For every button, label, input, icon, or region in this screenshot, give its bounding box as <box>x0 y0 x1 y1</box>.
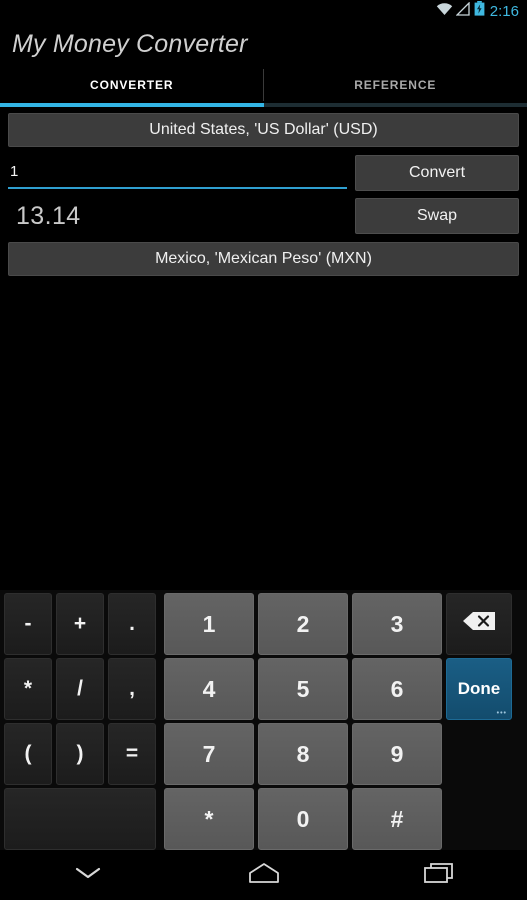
wifi-icon <box>436 2 453 21</box>
convert-button[interactable]: Convert <box>355 155 519 191</box>
key-9[interactable]: 9 <box>352 723 442 785</box>
key-done-label: Done <box>457 679 501 698</box>
key-7[interactable]: 7 <box>164 723 254 785</box>
key-paren-open[interactable]: ( <box>4 723 52 785</box>
key-equals[interactable]: = <box>108 723 156 785</box>
to-currency-spinner[interactable]: Mexico, 'Mexican Peso' (MXN) <box>8 242 519 276</box>
key-done[interactable]: Done ••• <box>446 658 512 720</box>
keyboard-empty-slot <box>444 723 510 785</box>
to-currency-label: Mexico, 'Mexican Peso' (MXN) <box>155 250 372 267</box>
keyboard-spacer <box>158 593 162 655</box>
key-3[interactable]: 3 <box>352 593 442 655</box>
result-row: 13.14 Swap <box>8 198 519 234</box>
key-period[interactable]: . <box>108 593 156 655</box>
status-bar: 2:16 <box>0 0 527 22</box>
swap-button[interactable]: Swap <box>355 198 519 234</box>
keyboard-row: * / , 4 5 6 Done ••• <box>2 658 525 720</box>
home-icon <box>246 860 282 891</box>
to-currency-wrapper: Mexico, 'Mexican Peso' (MXN) <box>8 242 519 276</box>
key-blank[interactable] <box>4 788 156 850</box>
recents-icon <box>422 860 456 891</box>
amount-field-wrapper <box>8 155 347 191</box>
keyboard-spacer <box>158 788 162 850</box>
tab-indicator-inactive <box>263 103 527 107</box>
tab-reference[interactable]: REFERENCE <box>264 67 527 103</box>
hide-keyboard-button[interactable] <box>0 850 176 900</box>
key-6[interactable]: 6 <box>352 658 442 720</box>
keyboard-spacer <box>158 723 162 785</box>
chevron-down-icon <box>73 864 103 887</box>
key-hash[interactable]: # <box>352 788 442 850</box>
page-title: My Money Converter <box>12 30 248 58</box>
backspace-icon <box>462 611 496 637</box>
amount-input[interactable] <box>8 155 347 189</box>
keyboard-empty-slot <box>444 788 510 850</box>
tab-indicator-active <box>0 103 264 107</box>
tab-bar: CONVERTER REFERENCE <box>0 67 527 103</box>
signal-icon <box>455 0 471 21</box>
home-button[interactable] <box>176 850 352 900</box>
tab-converter-label: CONVERTER <box>90 78 174 92</box>
keyboard-spacer <box>158 658 162 720</box>
key-2[interactable]: 2 <box>258 593 348 655</box>
amount-row: Convert <box>8 155 519 191</box>
result-value: 13.14 <box>16 202 81 230</box>
key-0[interactable]: 0 <box>258 788 348 850</box>
status-bar-icons <box>436 0 485 21</box>
key-slash[interactable]: / <box>56 658 104 720</box>
key-minus[interactable]: - <box>4 593 52 655</box>
key-paren-close[interactable]: ) <box>56 723 104 785</box>
numeric-keyboard: - + . 1 2 3 * / , 4 5 6 Done ••• () = 7… <box>0 590 527 850</box>
keyboard-row: ( ) = 7 8 9 <box>2 723 525 785</box>
key-5[interactable]: 5 <box>258 658 348 720</box>
battery-charging-icon <box>474 1 485 21</box>
recents-button[interactable] <box>351 850 527 900</box>
key-1[interactable]: 1 <box>164 593 254 655</box>
tab-converter[interactable]: CONVERTER <box>0 67 264 103</box>
tab-reference-label: REFERENCE <box>354 78 437 92</box>
key-asterisk-sym[interactable]: * <box>4 658 52 720</box>
key-done-dots: ••• <box>496 710 507 717</box>
keyboard-row: * 0 # <box>2 788 525 850</box>
tab-indicator-track <box>0 103 527 107</box>
key-8[interactable]: 8 <box>258 723 348 785</box>
status-bar-clock: 2:16 <box>489 2 519 20</box>
key-backspace[interactable] <box>446 593 512 655</box>
key-plus[interactable]: + <box>56 593 104 655</box>
key-4[interactable]: 4 <box>164 658 254 720</box>
from-currency-label: United States, 'US Dollar' (USD) <box>149 121 378 138</box>
keyboard-row: - + . 1 2 3 <box>2 593 525 655</box>
converter-panel: United States, 'US Dollar' (USD) Convert… <box>0 107 527 276</box>
key-asterisk[interactable]: * <box>164 788 254 850</box>
from-currency-spinner[interactable]: United States, 'US Dollar' (USD) <box>8 113 519 147</box>
key-comma[interactable]: , <box>108 658 156 720</box>
system-navigation-bar <box>0 850 527 900</box>
